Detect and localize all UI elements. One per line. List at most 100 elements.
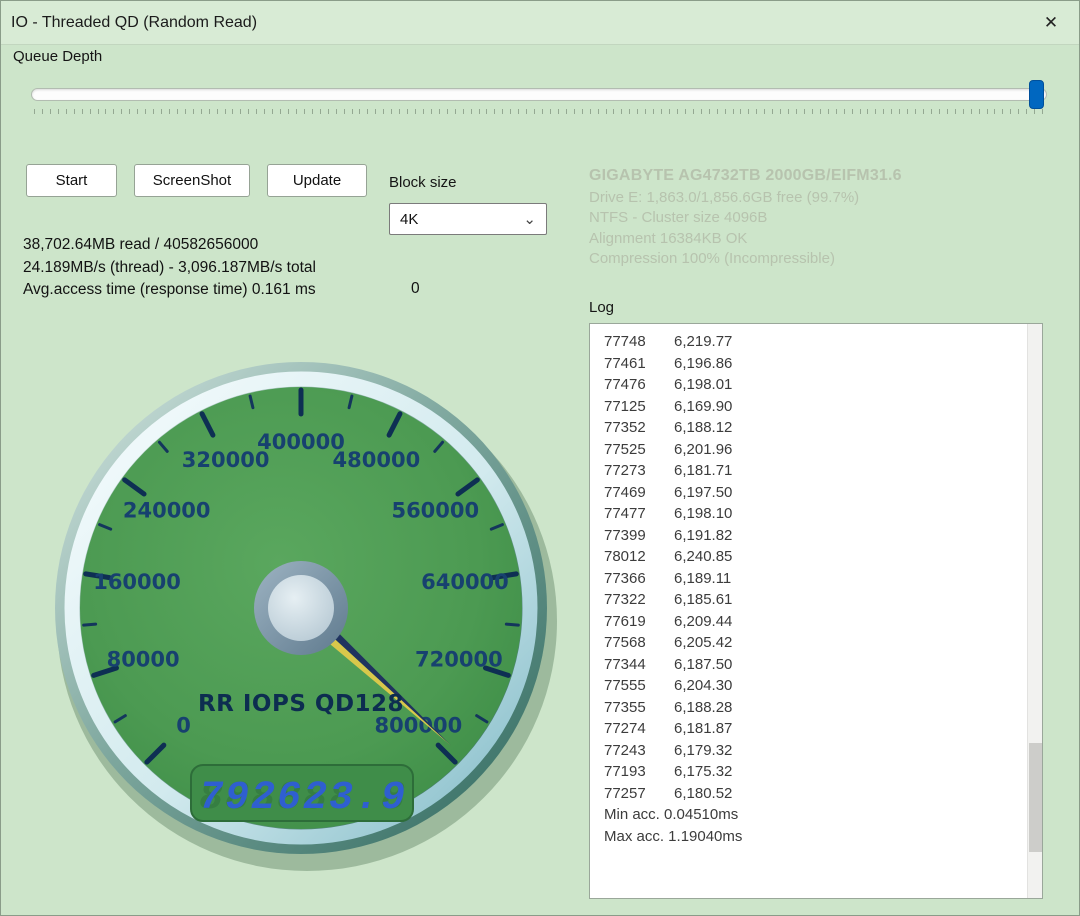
log-mbps: 6,198.10 bbox=[674, 503, 732, 525]
block-size-label: Block size bbox=[389, 174, 457, 191]
log-row[interactable]: 77461 6,196.86 bbox=[604, 353, 1042, 375]
log-iops: 77257 bbox=[604, 783, 660, 805]
log-iops: 77619 bbox=[604, 611, 660, 633]
log-iops: 77477 bbox=[604, 503, 660, 525]
log-mbps: 6,175.32 bbox=[674, 761, 732, 783]
screenshot-button[interactable]: ScreenShot bbox=[134, 164, 250, 197]
log-mbps: 6,187.50 bbox=[674, 654, 732, 676]
digital-value: 792623.9 bbox=[199, 776, 407, 821]
drive-info-line: Compression 100% (Incompressible) bbox=[589, 250, 902, 267]
log-row[interactable]: 77525 6,201.96 bbox=[604, 439, 1042, 461]
gauge-title: RR IOPS QD128 bbox=[198, 691, 404, 717]
log-row[interactable]: 78012 6,240.85 bbox=[604, 546, 1042, 568]
log-row[interactable]: 77352 6,188.12 bbox=[604, 417, 1042, 439]
log-footer-text: Min acc. 0.04510ms bbox=[604, 804, 738, 826]
log-row[interactable]: 774766,198.01 bbox=[604, 374, 1042, 396]
log-iops: 77193 bbox=[604, 761, 660, 783]
log-mbps: 6,191.82 bbox=[674, 525, 732, 547]
log-iops: 77125 bbox=[604, 396, 660, 418]
log-mbps: 6,209.44 bbox=[674, 611, 732, 633]
log-row[interactable]: 775686,205.42 bbox=[604, 632, 1042, 654]
gauge-container: 0800001600002400003200004000004800005600… bbox=[29, 333, 577, 893]
log-iops: 77273 bbox=[604, 460, 660, 482]
log-iops: 77525 bbox=[604, 439, 660, 461]
log-mbps: 6,196.86 bbox=[674, 353, 732, 375]
log-label: Log bbox=[589, 299, 614, 316]
close-icon: ✕ bbox=[1044, 13, 1058, 33]
svg-text:720000: 720000 bbox=[415, 647, 503, 671]
log-footer-line[interactable]: Min acc. 0.04510ms bbox=[604, 804, 1042, 826]
log-mbps: 6,185.61 bbox=[674, 589, 732, 611]
chevron-down-icon: ⌄ bbox=[523, 210, 536, 228]
log-iops: 77399 bbox=[604, 525, 660, 547]
log-mbps: 6,240.85 bbox=[674, 546, 732, 568]
svg-text:160000: 160000 bbox=[93, 570, 181, 594]
read-stats: 38,702.64MB read / 40582656000 bbox=[23, 234, 316, 257]
log-row[interactable]: 772436,179.32 bbox=[604, 740, 1042, 762]
log-row[interactable]: 77273 6,181.71 bbox=[604, 460, 1042, 482]
drive-info-line: Alignment 16384KB OK bbox=[589, 230, 902, 247]
log-row[interactable]: 77257 6,180.52 bbox=[604, 783, 1042, 805]
log-listbox[interactable]: 777486,219.77774616,196.86774766,198.017… bbox=[589, 323, 1043, 899]
window-title: IO - Threaded QD (Random Read) bbox=[11, 14, 257, 32]
log-iops: 77355 bbox=[604, 697, 660, 719]
log-mbps: 6,181.71 bbox=[674, 460, 732, 482]
log-footer-line[interactable]: Max acc. 1.19040ms bbox=[604, 826, 1042, 848]
log-row[interactable]: 773446,187.50 bbox=[604, 654, 1042, 676]
drive-info-line: NTFS - Cluster size 4096B bbox=[589, 209, 902, 226]
svg-text:560000: 560000 bbox=[391, 498, 479, 522]
drive-info-line: Drive E: 1,863.0/1,856.6GB free (99.7%) bbox=[589, 189, 902, 206]
log-row[interactable]: 77619 6,209.44 bbox=[604, 611, 1042, 633]
log-iops: 77274 bbox=[604, 718, 660, 740]
log-mbps: 6,188.28 bbox=[674, 697, 732, 719]
queue-depth-label: Queue Depth bbox=[13, 48, 102, 65]
log-row[interactable]: 771256,169.90 bbox=[604, 396, 1042, 418]
log-iops: 77461 bbox=[604, 353, 660, 375]
log-iops: 77366 bbox=[604, 568, 660, 590]
log-row[interactable]: 773666,189.11 bbox=[604, 568, 1042, 590]
app-window: IO - Threaded QD (Random Read) ✕ Queue D… bbox=[0, 0, 1080, 916]
block-size-select[interactable]: 4K ⌄ bbox=[389, 203, 547, 235]
slider-track[interactable] bbox=[31, 88, 1047, 101]
drive-info: GIGABYTE AG4732TB 2000GB/EIFM31.6 Drive … bbox=[589, 167, 902, 267]
log-row[interactable]: 77399 6,191.82 bbox=[604, 525, 1042, 547]
block-size-value: 4K bbox=[400, 211, 418, 228]
log-mbps: 6,201.96 bbox=[674, 439, 732, 461]
iops-gauge: 0800001600002400003200004000004800005600… bbox=[29, 333, 577, 893]
log-mbps: 6,180.52 bbox=[674, 783, 732, 805]
log-row[interactable]: 77555 6,204.30 bbox=[604, 675, 1042, 697]
log-scrollbar[interactable] bbox=[1027, 324, 1042, 898]
log-iops: 77555 bbox=[604, 675, 660, 697]
log-iops: 77568 bbox=[604, 632, 660, 654]
log-row[interactable]: 77477 6,198.10 bbox=[604, 503, 1042, 525]
stats-block: 38,702.64MB read / 40582656000 24.189MB/… bbox=[23, 234, 316, 302]
drive-title: GIGABYTE AG4732TB 2000GB/EIFM31.6 bbox=[589, 167, 902, 185]
start-button[interactable]: Start bbox=[26, 164, 117, 197]
log-iops: 77322 bbox=[604, 589, 660, 611]
log-list: 777486,219.77774616,196.86774766,198.017… bbox=[604, 331, 1042, 847]
log-iops: 77352 bbox=[604, 417, 660, 439]
log-iops: 77748 bbox=[604, 331, 660, 353]
access-time-stats: Avg.access time (response time) 0.161 ms bbox=[23, 279, 316, 302]
speed-stats: 24.189MB/s (thread) - 3,096.187MB/s tota… bbox=[23, 257, 316, 280]
slider-ticks bbox=[34, 109, 1044, 115]
log-row[interactable]: 772746,181.87 bbox=[604, 718, 1042, 740]
gauge-hub-center bbox=[268, 575, 334, 641]
log-mbps: 6,198.01 bbox=[674, 374, 732, 396]
log-row[interactable]: 774696,197.50 bbox=[604, 482, 1042, 504]
svg-text:640000: 640000 bbox=[421, 570, 509, 594]
log-iops: 78012 bbox=[604, 546, 660, 568]
log-row[interactable]: 77322 6,185.61 bbox=[604, 589, 1042, 611]
log-iops: 77469 bbox=[604, 482, 660, 504]
log-row[interactable]: 77355 6,188.28 bbox=[604, 697, 1042, 719]
slider-thumb[interactable] bbox=[1029, 80, 1044, 109]
log-row[interactable]: 77193 6,175.32 bbox=[604, 761, 1042, 783]
log-row[interactable]: 777486,219.77 bbox=[604, 331, 1042, 353]
log-mbps: 6,204.30 bbox=[674, 675, 732, 697]
queue-depth-slider[interactable] bbox=[31, 75, 1047, 115]
close-button[interactable]: ✕ bbox=[1029, 6, 1073, 40]
svg-text:0: 0 bbox=[176, 713, 191, 737]
update-button[interactable]: Update bbox=[267, 164, 367, 197]
scrollbar-thumb[interactable] bbox=[1029, 743, 1042, 852]
log-mbps: 6,188.12 bbox=[674, 417, 732, 439]
